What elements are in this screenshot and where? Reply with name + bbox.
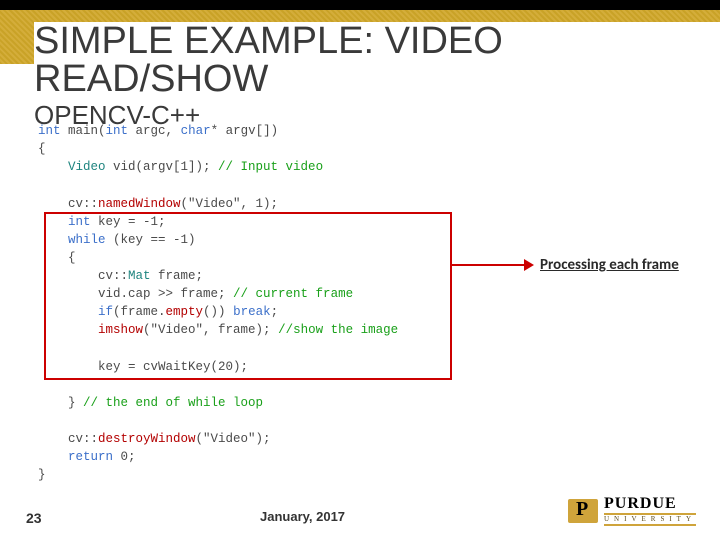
title-block: SIMPLE EXAMPLE: VIDEO READ/SHOW OPENCV-C… xyxy=(34,22,720,131)
callout-label: Processing each frame xyxy=(540,256,679,274)
brand-sub: UNIVERSITY xyxy=(604,513,696,526)
code-block: int main(int argc, char* argv[]) { Video… xyxy=(38,122,478,485)
footer: 23 January, 2017 PURDUE UNIVERSITY xyxy=(0,498,720,526)
footer-date: January, 2017 xyxy=(260,509,345,524)
top-black-bar xyxy=(0,0,720,10)
code-kw: int xyxy=(38,124,61,138)
purdue-p-icon xyxy=(568,499,598,523)
page-number: 23 xyxy=(26,510,42,526)
brand-name: PURDUE xyxy=(604,496,696,512)
purdue-logo: PURDUE UNIVERSITY xyxy=(568,496,696,526)
callout-connector xyxy=(452,264,530,266)
slide-title: SIMPLE EXAMPLE: VIDEO READ/SHOW xyxy=(34,22,716,98)
callout-arrow-icon xyxy=(524,259,534,271)
